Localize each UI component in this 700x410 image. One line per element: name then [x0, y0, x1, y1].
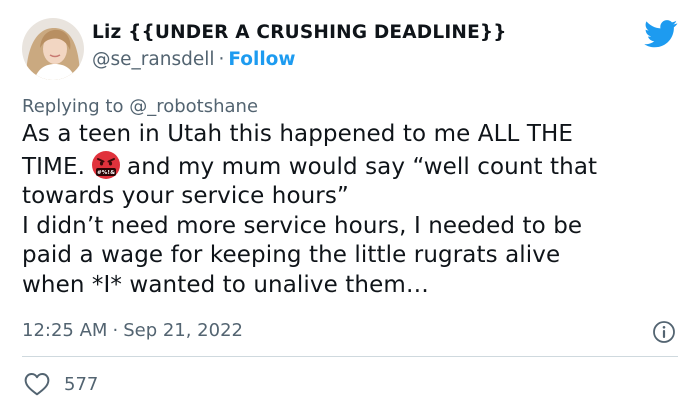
- reply-context: Replying to @_robotshane: [22, 96, 258, 117]
- heart-icon: [24, 373, 50, 396]
- reply-prefix: Replying to: [22, 96, 124, 117]
- tweet-date: Sep 21, 2022: [123, 320, 243, 341]
- avatar[interactable]: [22, 18, 84, 80]
- author-display-name[interactable]: Liz {{UNDER A CRUSHING DEADLINE}}: [92, 22, 507, 43]
- info-icon[interactable]: [652, 320, 676, 344]
- like-count: 577: [64, 373, 99, 395]
- twitter-bird-icon[interactable]: [644, 20, 678, 48]
- reply-mention-link[interactable]: @_robotshane: [129, 96, 258, 117]
- tweet-line: paid a wage for keeping the little rugra…: [22, 242, 561, 268]
- tweet-timestamp[interactable]: 12:25 AM · Sep 21, 2022: [22, 320, 243, 341]
- svg-text:#%!&: #%!&: [97, 170, 115, 176]
- tweet-card: Liz {{UNDER A CRUSHING DEADLINE}} @se_ra…: [0, 0, 700, 410]
- tweet-time: 12:25 AM: [22, 320, 108, 341]
- timestamp-separator: ·: [112, 320, 119, 341]
- follow-button[interactable]: Follow: [228, 49, 295, 70]
- tweet-text-fragment: and my mum would say “well count that: [127, 153, 598, 180]
- divider: [22, 356, 678, 357]
- author-handle[interactable]: @se_ransdell: [92, 49, 214, 70]
- tweet-line: towards your service hours”: [22, 183, 349, 209]
- tweet-line: when *I* wanted to unalive them…: [22, 271, 429, 298]
- tweet-text: As a teen in Utah this happened to me AL…: [22, 120, 682, 300]
- like-button[interactable]: 577: [24, 372, 98, 396]
- tweet-line-with-emoji: TIME. #%!& and my mum would say “well coun…: [22, 150, 682, 183]
- tweet-line: I didn’t need more service hours, I need…: [22, 212, 583, 239]
- handle-separator: ·: [218, 49, 225, 70]
- tweet-line: As a teen in Utah this happened to me AL…: [22, 121, 574, 147]
- face-with-symbols-on-mouth-icon: #%!&: [92, 150, 121, 179]
- tweet-text-fragment: TIME.: [22, 153, 86, 180]
- author-handle-row: @se_ransdell · Follow: [92, 49, 295, 70]
